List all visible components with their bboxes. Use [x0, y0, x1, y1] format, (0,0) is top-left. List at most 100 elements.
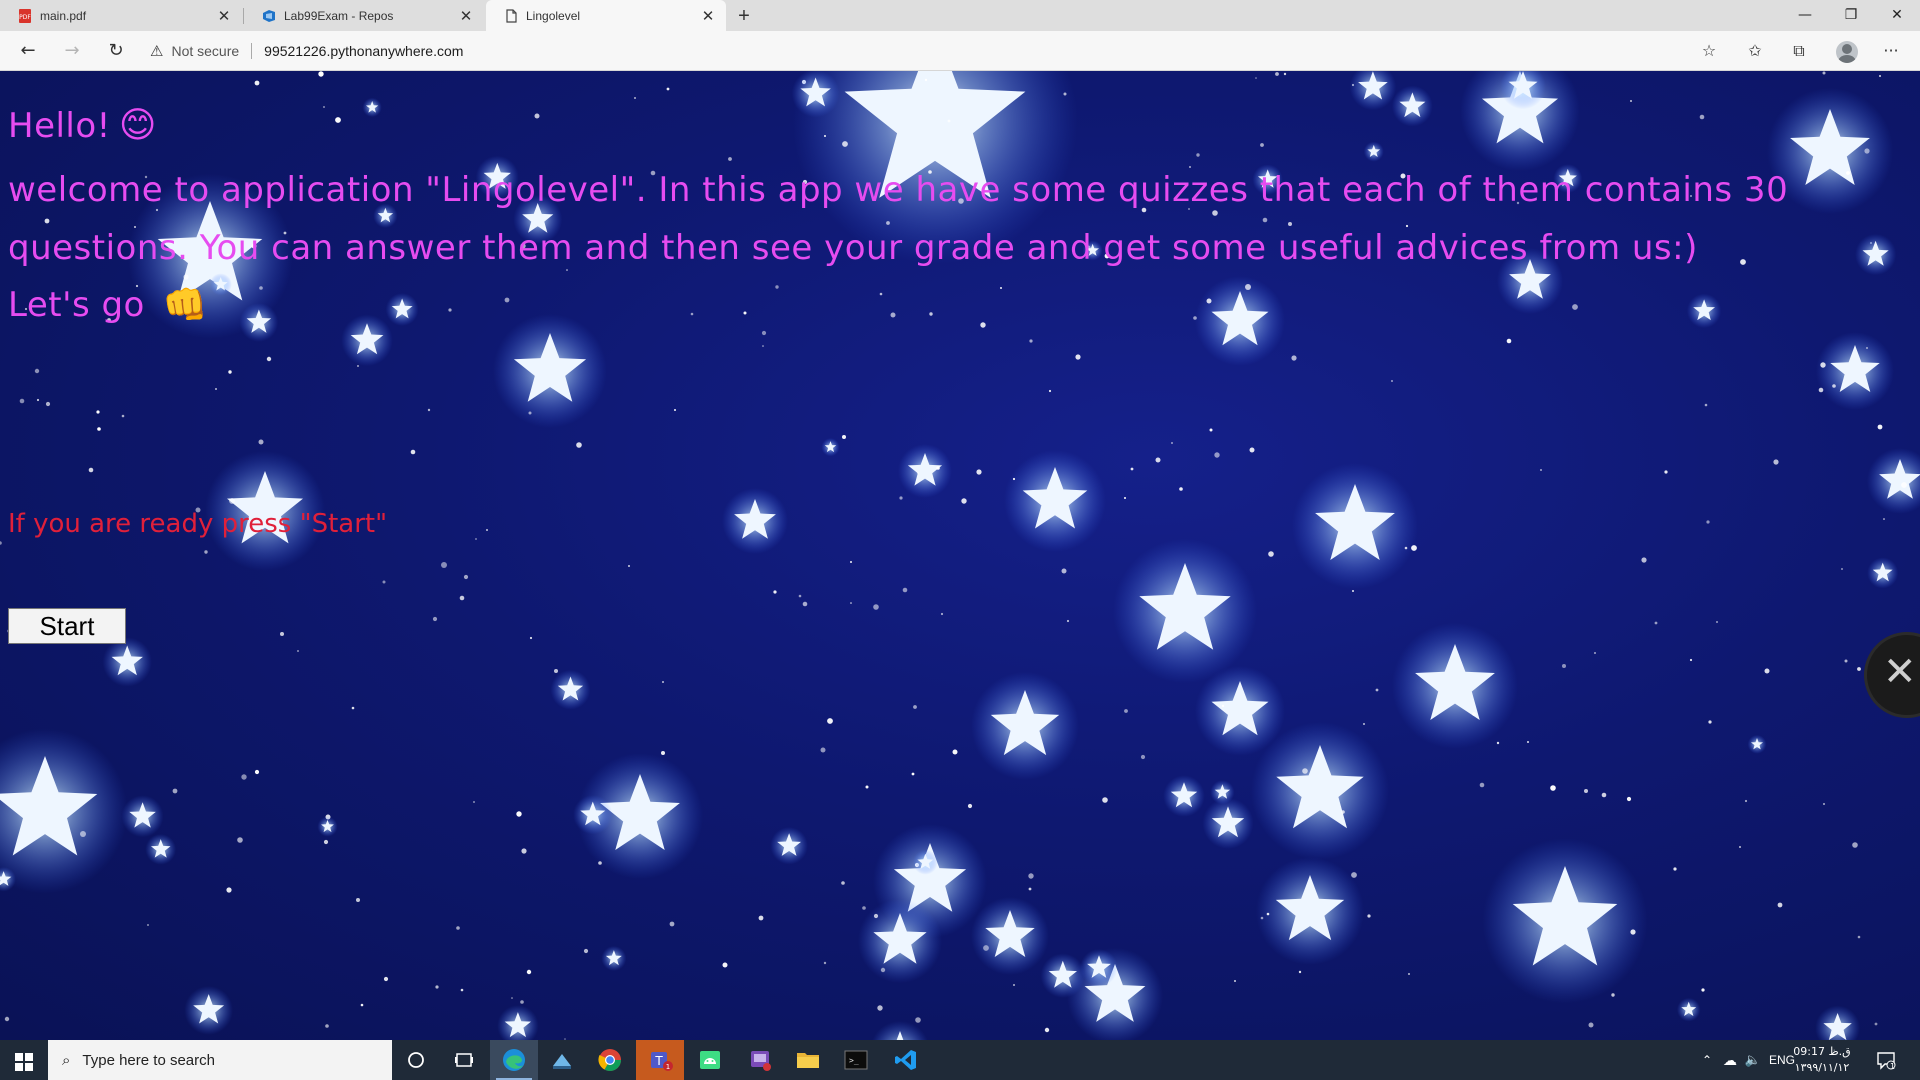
clock-date: ۱۳۹۹/۱۱/۱۲	[1794, 1061, 1850, 1074]
small-star	[1820, 362, 1826, 368]
small-star	[929, 312, 933, 316]
omnibox-divider	[251, 43, 253, 59]
small-star	[1822, 71, 1826, 75]
taskbar-clock[interactable]: 09:17 ق.ظ ۱۳۹۹/۱۱/۱۲	[1792, 1044, 1852, 1076]
small-star	[1601, 792, 1607, 798]
small-star	[1063, 92, 1067, 96]
teams-icon[interactable]: T1	[636, 1040, 684, 1080]
close-window-button[interactable]: ✕	[1874, 0, 1920, 31]
add-favorite-icon[interactable]: ☆	[1694, 37, 1724, 65]
task-view-icon[interactable]	[440, 1040, 488, 1080]
small-star	[690, 312, 694, 316]
omnibox[interactable]: ⚠ Not secure 99521226.pythonanywhere.com	[150, 37, 463, 65]
vscode-icon[interactable]	[882, 1040, 930, 1080]
notification-center-icon[interactable]: 1	[1866, 1040, 1906, 1080]
windows-start-button[interactable]	[0, 1040, 48, 1080]
volume-icon[interactable]: 🔈	[1742, 1052, 1764, 1068]
small-star	[297, 650, 299, 652]
small-star	[1699, 114, 1705, 120]
small-star	[1404, 546, 1408, 550]
small-star	[666, 87, 670, 91]
small-star	[1877, 424, 1883, 430]
small-star	[722, 962, 728, 968]
small-star	[773, 590, 777, 594]
terminal-icon[interactable]: >_	[832, 1040, 880, 1080]
small-star	[1588, 1022, 1594, 1028]
tab-main-pdf[interactable]: PDF main.pdf ✕	[0, 0, 242, 31]
small-star	[351, 706, 355, 710]
small-star	[528, 411, 532, 415]
tab-lingolevel[interactable]: Lingolevel ✕	[486, 0, 726, 31]
small-star	[947, 119, 951, 123]
small-star	[902, 587, 908, 593]
small-star	[1641, 557, 1647, 563]
small-star	[229, 498, 235, 504]
small-star	[952, 749, 958, 755]
page-icon	[506, 8, 517, 23]
cortana-icon[interactable]	[392, 1040, 440, 1080]
restore-button[interactable]: ❐	[1828, 0, 1874, 31]
small-star	[204, 550, 208, 554]
small-star	[1351, 872, 1357, 878]
small-star	[1823, 803, 1825, 805]
small-star	[1130, 467, 1134, 471]
small-star	[1540, 469, 1542, 471]
small-star	[1260, 916, 1264, 920]
back-button[interactable]: ←	[14, 37, 42, 65]
small-star	[940, 612, 944, 616]
small-star	[1818, 387, 1824, 393]
small-star	[877, 1005, 883, 1011]
tab-strip: PDF main.pdf ✕ Lab99Exam - Repos ✕ Lingo…	[0, 0, 1920, 31]
small-star	[1193, 316, 1197, 320]
small-star	[1214, 452, 1220, 458]
tab-lab99exam-repos[interactable]: Lab99Exam - Repos ✕	[244, 0, 484, 31]
profile-avatar[interactable]	[1836, 41, 1858, 63]
small-star	[1844, 659, 1848, 663]
small-star	[460, 988, 464, 992]
warning-icon[interactable]: ⚠	[150, 42, 163, 60]
more-options-icon[interactable]: ···	[1876, 37, 1906, 65]
small-star	[258, 439, 264, 445]
pdf-icon: PDF	[19, 8, 31, 23]
small-star	[1124, 497, 1126, 499]
start-button[interactable]: Start	[8, 608, 126, 644]
small-star	[842, 435, 846, 439]
reload-button[interactable]: ↻	[102, 37, 130, 65]
small-star	[850, 602, 852, 604]
small-star	[1000, 287, 1002, 289]
forward-button[interactable]: →	[58, 37, 86, 65]
minimize-button[interactable]: —	[1782, 0, 1828, 31]
new-tab-button[interactable]: +	[731, 3, 757, 29]
taskbar-search-box[interactable]: ⌕ Type here to search	[48, 1040, 392, 1080]
edge-browser-icon[interactable]	[490, 1040, 538, 1080]
small-star	[1901, 482, 1907, 488]
close-icon[interactable]: ✕	[458, 7, 474, 25]
small-star	[1572, 304, 1578, 310]
collections-icon[interactable]: ⧉	[1784, 37, 1814, 65]
small-star	[743, 311, 747, 315]
small-star	[254, 769, 260, 775]
small-star	[899, 496, 903, 500]
search-placeholder: Type here to search	[82, 1051, 215, 1069]
close-icon[interactable]: ✕	[700, 7, 716, 25]
small-star	[456, 926, 460, 930]
small-star	[1234, 980, 1236, 982]
file-explorer-icon[interactable]	[784, 1040, 832, 1080]
chrome-icon[interactable]	[586, 1040, 634, 1080]
small-star	[758, 915, 764, 921]
teams-classic-icon[interactable]	[736, 1040, 784, 1080]
app-icon[interactable]	[538, 1040, 586, 1080]
svg-text:1: 1	[666, 1063, 670, 1071]
url-text[interactable]: 99521226.pythonanywhere.com	[264, 43, 463, 59]
small-star	[259, 286, 263, 290]
small-star	[762, 345, 764, 347]
favorites-icon[interactable]: ✩	[1740, 37, 1770, 65]
small-star	[1664, 470, 1668, 474]
small-star	[1044, 1027, 1050, 1033]
close-icon[interactable]: ✕	[216, 7, 232, 25]
onedrive-icon[interactable]: ☁	[1718, 1052, 1742, 1069]
security-label[interactable]: Not secure	[171, 43, 239, 59]
android-studio-icon[interactable]	[686, 1040, 734, 1080]
chevron-up-icon[interactable]: ⌃	[1696, 1053, 1718, 1067]
tab-label: Lab99Exam - Repos	[284, 8, 394, 23]
